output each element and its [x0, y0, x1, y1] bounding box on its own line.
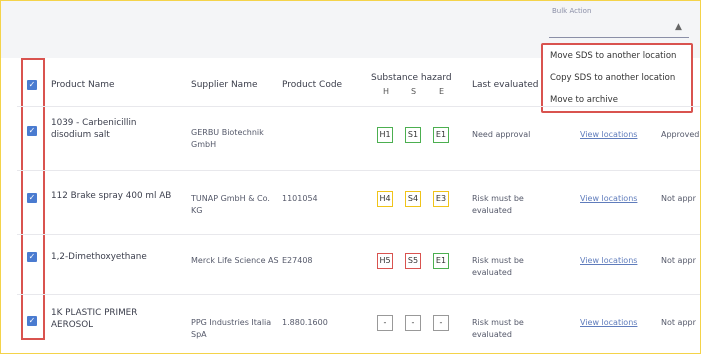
header-hazard-h: H [383, 87, 390, 96]
row-2-code: 1101054 [282, 194, 318, 203]
menu-item-move-archive[interactable]: Move to archive [543, 89, 691, 111]
row-divider [17, 106, 700, 107]
bulk-action-select[interactable] [549, 37, 689, 38]
row-3-product[interactable]: 1,2-Dimethoxyethane [51, 251, 181, 263]
row-1-product[interactable]: 1039 - Carbenicillin disodium salt [51, 117, 171, 141]
row-checkbox-2[interactable]: ✓ [27, 193, 37, 203]
row-4-hazard-h: - [377, 315, 393, 331]
row-1-evaluation: Need approval [472, 130, 531, 139]
row-3-view-locations-link[interactable]: View locations [580, 255, 637, 267]
row-divider [17, 234, 700, 235]
row-3-hazard-h: H5 [377, 253, 393, 269]
header-supplier-name[interactable]: Supplier Name [191, 80, 258, 90]
row-3-hazard-s: S5 [405, 253, 421, 269]
row-2-status: Not appr [661, 194, 696, 203]
row-2-product[interactable]: 112 Brake spray 400 ml AB [51, 190, 181, 202]
row-2-evaluation: Risk must be evaluated [472, 194, 524, 215]
row-4-status: Not appr [661, 318, 696, 327]
row-4-supplier: PPG Industries Italia SpA [191, 318, 272, 339]
row-4-hazard-e: - [433, 315, 449, 331]
row-2-supplier: TUNAP GmbH & Co. KG [191, 194, 270, 215]
row-divider [17, 170, 700, 171]
table-frame: Bulk Action ▲ Move SDS to another locati… [0, 0, 701, 354]
row-checkbox-3[interactable]: ✓ [27, 252, 37, 262]
row-1-supplier: GERBU Biotechnik GmbH [191, 128, 264, 149]
row-1-view-locations-link[interactable]: View locations [580, 129, 637, 141]
row-2-hazard-e: E3 [433, 191, 449, 207]
chevron-up-icon[interactable]: ▲ [675, 22, 682, 32]
menu-item-move-sds[interactable]: Move SDS to another location [543, 45, 691, 67]
row-checkbox-1[interactable]: ✓ [27, 126, 37, 136]
row-3-code: E27408 [282, 256, 313, 265]
row-2-hazard-h: H4 [377, 191, 393, 207]
header-last-evaluated[interactable]: Last evaluated [472, 80, 539, 90]
row-3-evaluation: Risk must be evaluated [472, 256, 524, 277]
bulk-action-label: Bulk Action [552, 7, 592, 15]
row-divider [17, 294, 700, 295]
row-checkbox-4[interactable]: ✓ [27, 316, 37, 326]
row-3-supplier: Merck Life Science AS [191, 256, 279, 265]
row-1-status: Approved [661, 130, 700, 139]
row-1-hazard-s: S1 [405, 127, 421, 143]
row-1-hazard-h: H1 [377, 127, 393, 143]
header-product-name[interactable]: Product Name [51, 80, 115, 90]
header-substance-hazard[interactable]: Substance hazard [371, 73, 452, 83]
row-4-view-locations-link[interactable]: View locations [580, 317, 637, 329]
row-3-hazard-e: E1 [433, 253, 449, 269]
bulk-action-menu: Move SDS to another location Copy SDS to… [541, 43, 693, 113]
row-1-hazard-e: E1 [433, 127, 449, 143]
header-hazard-s: S [411, 87, 417, 96]
row-4-product[interactable]: 1K PLASTIC PRIMER AEROSOL [51, 307, 181, 331]
row-4-evaluation: Risk must be evaluated [472, 318, 524, 339]
row-2-hazard-s: S4 [405, 191, 421, 207]
menu-item-copy-sds[interactable]: Copy SDS to another location [543, 67, 691, 89]
header-hazard-e: E [439, 87, 445, 96]
row-4-code: 1.880.1600 [282, 318, 328, 327]
row-3-status: Not appr [661, 256, 696, 265]
header-product-code[interactable]: Product Code [282, 80, 342, 90]
select-all-checkbox[interactable]: ✓ [27, 80, 37, 90]
row-4-hazard-s: - [405, 315, 421, 331]
row-2-view-locations-link[interactable]: View locations [580, 193, 637, 205]
